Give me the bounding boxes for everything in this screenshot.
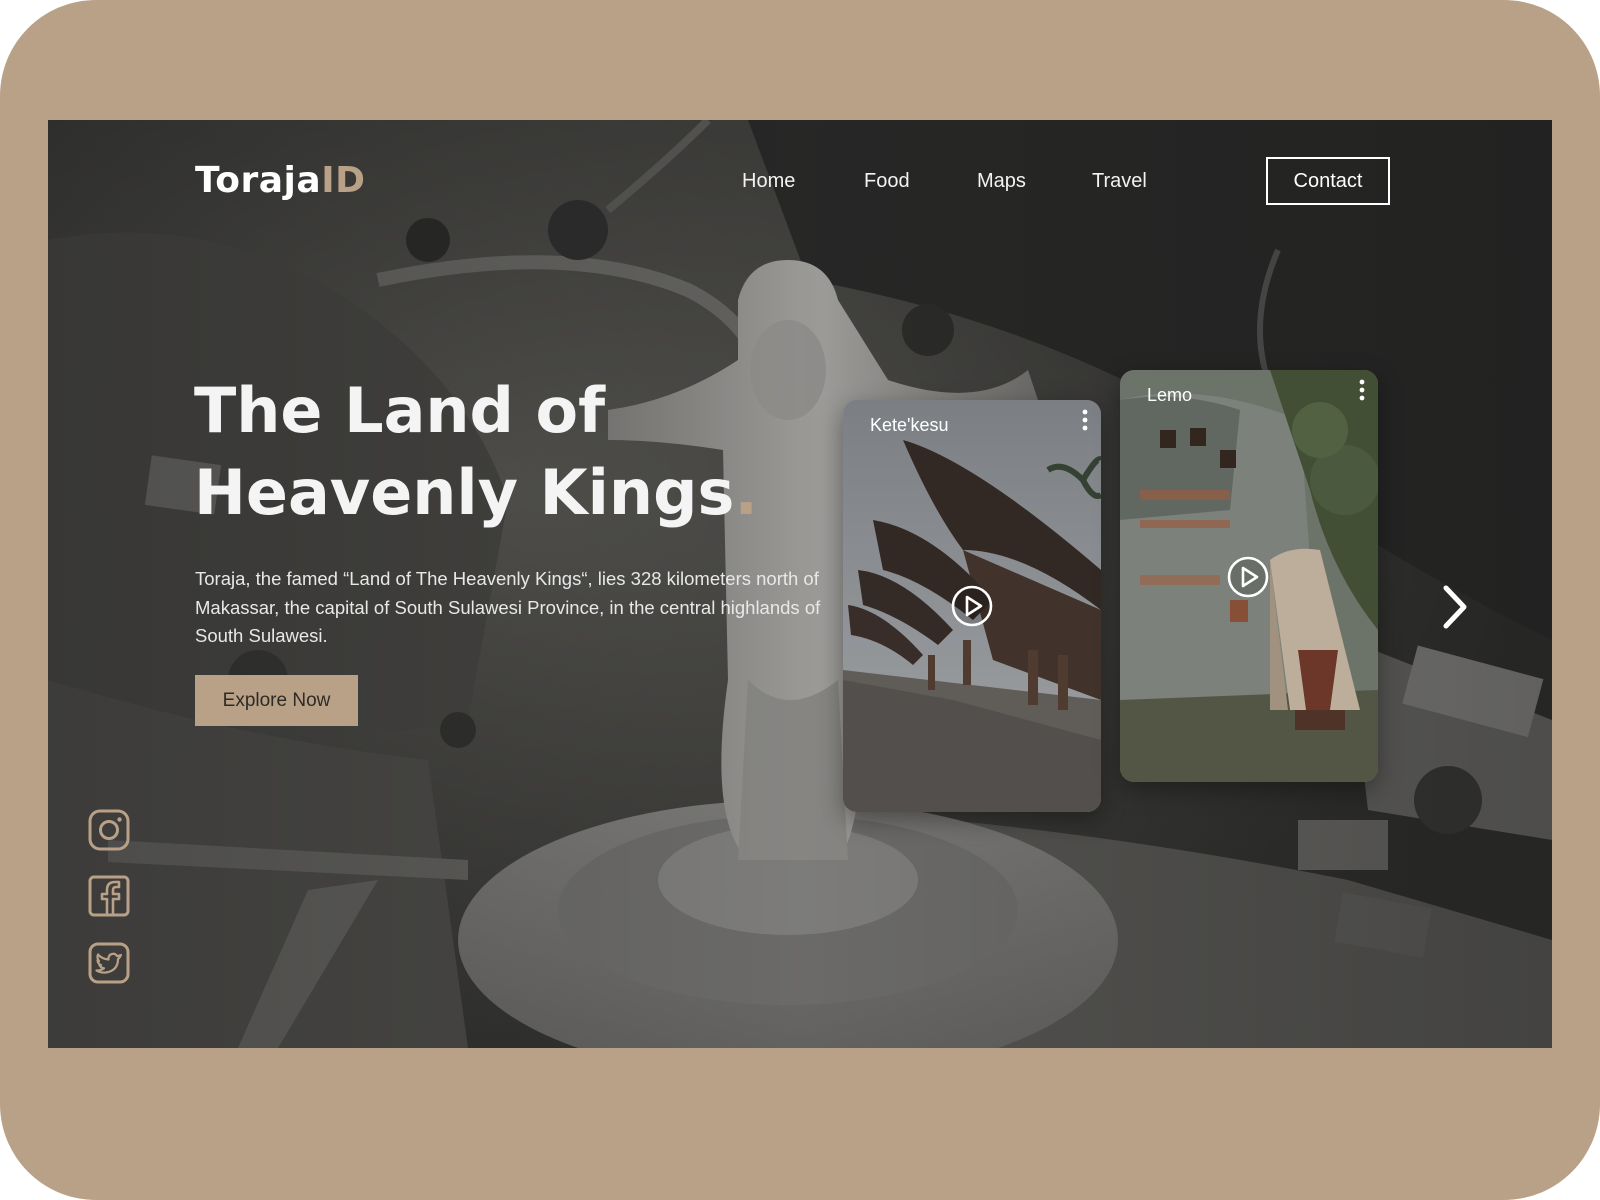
chevron-right-icon[interactable] — [1436, 582, 1476, 632]
nav-item-maps[interactable]: Maps — [977, 170, 1026, 193]
instagram-icon[interactable] — [88, 809, 130, 851]
more-vertical-icon[interactable] — [1079, 408, 1091, 434]
more-vertical-icon[interactable] — [1356, 378, 1368, 404]
contact-button[interactable]: Contact — [1266, 157, 1390, 205]
hero-title-line-1: The Land of — [194, 374, 606, 447]
hero-title-line-2: Heavenly Kings — [194, 456, 735, 529]
explore-now-button[interactable]: Explore Now — [195, 675, 358, 726]
hero-title-dot: . — [734, 456, 758, 529]
hero-description: Toraja, the famed “Land of The Heavenly … — [195, 568, 821, 646]
logo-text: Toraja — [195, 160, 322, 201]
facebook-icon[interactable] — [88, 875, 130, 917]
destination-card[interactable]: Lemo — [1120, 370, 1378, 782]
destination-card[interactable]: Kete'kesu — [843, 400, 1101, 812]
hero-title: The Land of Heavenly Kings. — [194, 370, 834, 534]
twitter-icon[interactable] — [88, 942, 130, 984]
card-title: Lemo — [1147, 385, 1193, 405]
play-icon[interactable] — [1227, 556, 1269, 598]
nav-item-travel[interactable]: Travel — [1092, 170, 1147, 193]
play-icon[interactable] — [951, 585, 993, 627]
card-title: Kete'kesu — [870, 415, 949, 435]
logo-accent-text: ID — [321, 160, 366, 201]
nav-item-home[interactable]: Home — [742, 170, 795, 193]
device-frame: TorajaID Home Food Maps Travel Contact T… — [0, 0, 1600, 1200]
landing-page: TorajaID Home Food Maps Travel Contact T… — [48, 120, 1552, 1048]
hero-title-line-2-wrapper: Heavenly Kings. — [194, 452, 834, 534]
site-logo[interactable]: TorajaID — [195, 160, 365, 201]
nav-item-food[interactable]: Food — [864, 170, 910, 193]
